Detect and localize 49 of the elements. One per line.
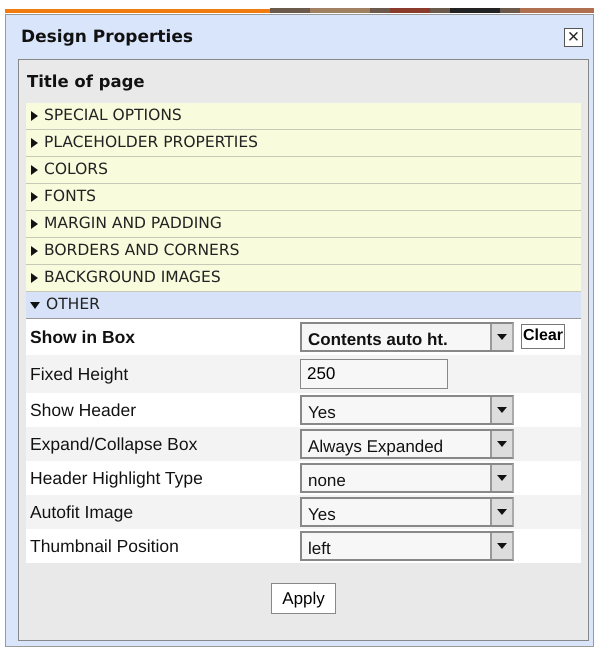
section-label: OTHER [46, 294, 100, 316]
collapsed-triangle-icon [30, 192, 38, 202]
dropdown-field[interactable]: Yes [300, 394, 514, 425]
section-label: SPECIAL OPTIONS [44, 105, 182, 126]
section-header[interactable]: FONTS [26, 184, 581, 211]
property-label: Header Highlight Type [30, 466, 204, 490]
clear-button[interactable]: Clear [521, 324, 566, 350]
section-header[interactable]: COLORS [26, 156, 581, 184]
property-label: Show Header [30, 398, 138, 422]
caret-icon [497, 440, 507, 447]
collapsed-triangle-icon [30, 272, 38, 283]
dropdown-field[interactable]: left [300, 530, 514, 561]
section-label: BORDERS AND CORNERS [44, 240, 240, 262]
section-label: FONTS [44, 186, 96, 208]
dropdown-field[interactable]: Always Expanded [300, 428, 514, 459]
section-header[interactable]: OTHER [26, 292, 581, 319]
caret-icon [497, 542, 507, 549]
apply-button[interactable]: Apply [271, 582, 336, 614]
section-label: COLORS [44, 159, 108, 180]
caret-icon [497, 334, 507, 340]
close-button[interactable]: × [564, 28, 583, 46]
caret-icon [497, 474, 507, 481]
dropdown-field[interactable]: Yes [300, 496, 514, 527]
section-label: MARGIN AND PADDING [44, 213, 222, 234]
section-header[interactable]: BORDERS AND CORNERS [26, 238, 581, 265]
collapsed-triangle-icon [30, 164, 38, 175]
section-header[interactable]: SPECIAL OPTIONS [26, 102, 581, 130]
section-label: PLACEHOLDER PROPERTIES [44, 132, 258, 154]
property-label: Thumbnail Position [30, 534, 180, 558]
property-label: Expand/Collapse Box [30, 432, 198, 456]
input-field[interactable]: 250 [300, 358, 448, 389]
collapsed-triangle-icon [30, 218, 38, 229]
section-header[interactable]: MARGIN AND PADDING [26, 210, 581, 238]
collapsed-triangle-icon [30, 246, 38, 256]
expanded-triangle-icon [30, 300, 40, 309]
property-label: Autofit Image [30, 500, 134, 524]
dropdown-field[interactable]: Contents auto ht. [300, 322, 514, 352]
caret-icon [497, 406, 507, 413]
dropdown-field[interactable]: none [300, 462, 514, 493]
section-header[interactable]: BACKGROUND IMAGES [26, 264, 581, 292]
collapsed-triangle-icon [30, 110, 38, 121]
section-label: BACKGROUND IMAGES [44, 267, 221, 288]
window-title: Design Properties [21, 26, 193, 48]
panel-title: Title of page [27, 71, 146, 93]
caret-icon [497, 508, 507, 515]
property-label: Fixed Height [30, 362, 130, 386]
property-label: Show in Box [30, 326, 136, 349]
collapsed-triangle-icon [30, 138, 38, 148]
section-header[interactable]: PLACEHOLDER PROPERTIES [26, 130, 581, 157]
